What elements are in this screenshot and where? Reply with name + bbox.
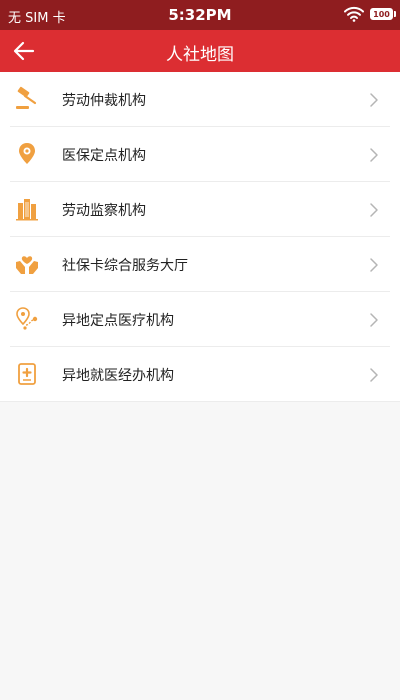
chevron-right-icon [370, 93, 378, 107]
wifi-icon [344, 6, 364, 22]
battery-icon: 100 [370, 8, 393, 20]
route-pin-icon [16, 307, 38, 330]
list-item-label: 劳动仲裁机构 [62, 93, 146, 109]
medical-document-icon [18, 363, 36, 385]
page-title: 人社地图 [166, 45, 234, 65]
chevron-right-icon [370, 368, 378, 382]
battery-tip [394, 11, 396, 17]
list-item-label: 异地就医经办机构 [62, 368, 174, 384]
chevron-right-icon [370, 148, 378, 162]
gavel-icon [16, 86, 37, 109]
nav-bar: 人社地图 [0, 30, 400, 72]
list-item-label: 社保卡综合服务大厅 [62, 258, 188, 274]
hands-heart-icon [16, 256, 38, 274]
building-icon [16, 199, 38, 221]
chevron-right-icon [370, 313, 378, 327]
chevron-right-icon [370, 258, 378, 272]
list-item-social-security-hall[interactable]: 社保卡综合服务大厅 [0, 237, 400, 292]
list-item-remote-medical[interactable]: 异地定点医疗机构 [0, 292, 400, 347]
list-item-labor-arbitration[interactable]: 劳动仲裁机构 [0, 72, 400, 127]
list-item-labor-inspection[interactable]: 劳动监察机构 [0, 182, 400, 237]
list-item-remote-medical-agency[interactable]: 异地就医经办机构 [0, 347, 400, 402]
location-pin-icon [19, 143, 35, 164]
list-item-label: 医保定点机构 [62, 148, 146, 164]
status-bar: 无 SIM 卡 5:32PM 100 [0, 0, 400, 30]
battery-level: 100 [373, 10, 390, 19]
chevron-right-icon [370, 203, 378, 217]
status-time: 5:32PM [168, 6, 232, 24]
institution-list: 劳动仲裁机构 医保定点机构 劳动监察机构 社保卡综合服务大厅 异地定点医疗机构 … [0, 72, 400, 402]
list-item-label: 异地定点医疗机构 [62, 313, 174, 329]
list-item-medical-insurance[interactable]: 医保定点机构 [0, 127, 400, 182]
list-item-label: 劳动监察机构 [62, 203, 146, 219]
